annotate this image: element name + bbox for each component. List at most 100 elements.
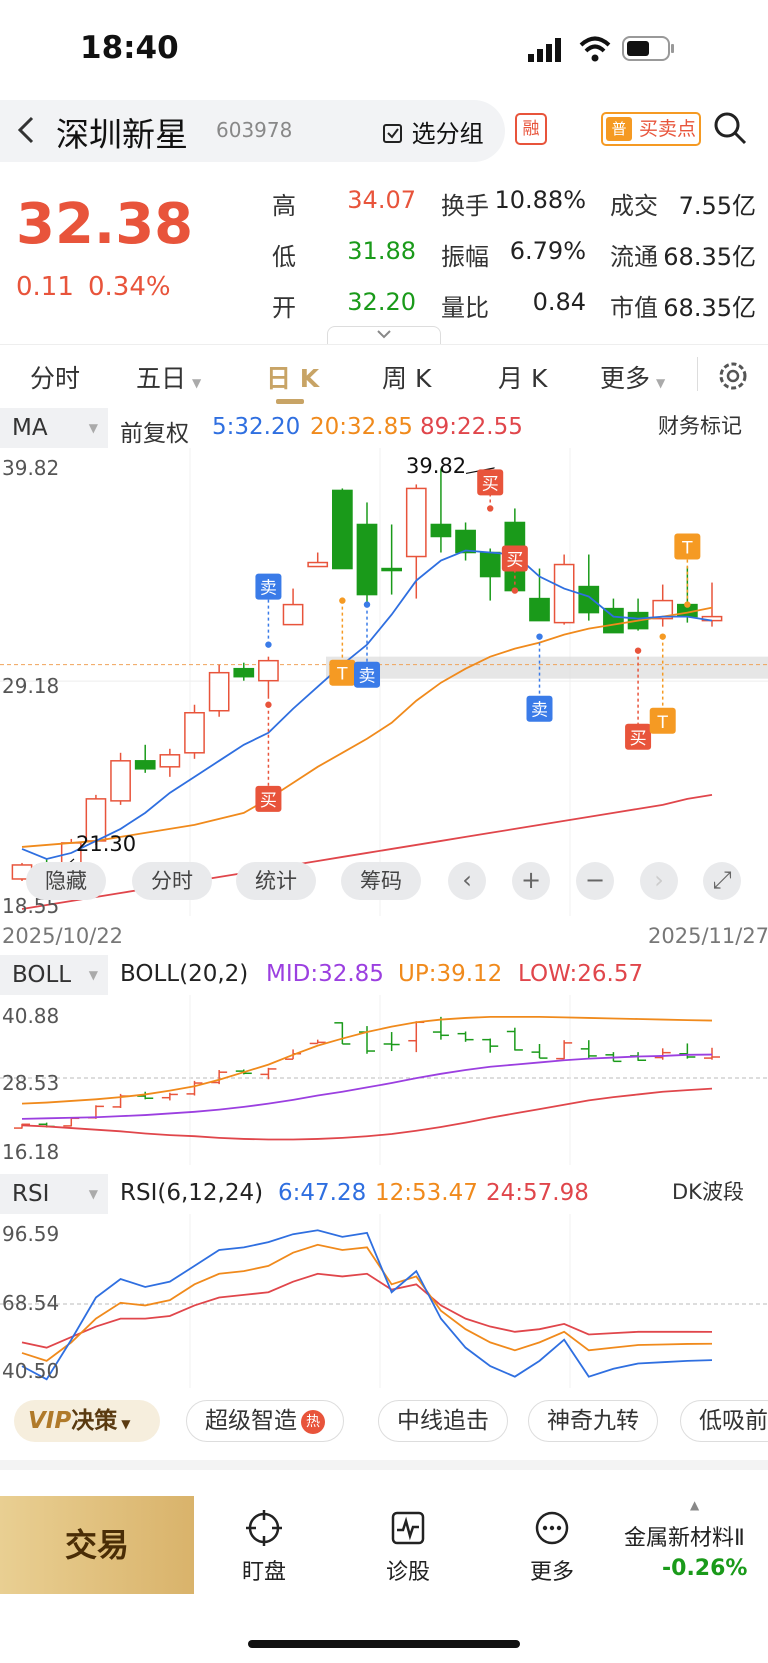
sector-ticker[interactable]: ▲ 金属新材料Ⅱ -0.26% [618, 1496, 768, 1594]
chips-button[interactable]: 筹码 [341, 862, 421, 900]
y-axis-top: 39.82 [2, 456, 60, 480]
y-axis-mid: 29.18 [2, 674, 60, 698]
float-cap-value: 68.35亿 [663, 243, 756, 271]
rsi-indicator-select[interactable]: RSI ▼ [0, 1174, 108, 1214]
bottom-nav: 交易 盯盘 诊股 更多 ▲ 金属新材料Ⅱ -0.26% [0, 1496, 768, 1663]
rsi-y-bottom: 40.50 [2, 1359, 60, 1383]
search-icon[interactable] [712, 110, 748, 146]
active-tab-indicator [276, 399, 304, 404]
rsi-indicator-label: RSI [12, 1181, 50, 1207]
volume-label: 成交 [610, 192, 658, 220]
candle-body [356, 523, 378, 596]
buy-sell-icon: 普 [606, 117, 632, 141]
period-tabs: 分时 五日 ▼ 日 K 周 K 月 K 更多 ▼ [0, 344, 768, 406]
signal-dot [684, 601, 691, 608]
ma5-value: 5:32.20 [212, 414, 301, 440]
watch-label: 盯盘 [241, 1560, 286, 1585]
low-label: 低 [272, 243, 296, 271]
rsi-y-top: 96.59 [2, 1222, 60, 1246]
chevron-left-icon: ‹ [462, 866, 472, 894]
finance-marker-button[interactable]: 财务标记 [652, 410, 748, 442]
signal-buy-label: 买 [482, 474, 499, 494]
checkbox-icon [383, 124, 402, 143]
tab-intraday[interactable]: 分时 [30, 359, 80, 395]
buy-sell-points-button[interactable]: 普 买卖点 [601, 112, 701, 146]
trade-button[interactable]: 交易 [0, 1496, 194, 1594]
rsi-chart[interactable] [0, 1214, 768, 1388]
caret-down-icon: ▼ [88, 968, 98, 982]
tab-weekly-k[interactable]: 周 K [382, 359, 431, 395]
gear-icon[interactable] [716, 359, 750, 393]
adjust-mode[interactable]: 前复权 [120, 414, 189, 448]
candle-body [184, 711, 205, 754]
ma89-value: 89:22.55 [420, 414, 523, 440]
boll-indicator-select[interactable]: BOLL ▼ [0, 955, 108, 995]
amplitude-label: 振幅 [441, 243, 489, 271]
watch-button[interactable]: 盯盘 [204, 1496, 324, 1594]
chip-low-buy[interactable]: 低吸前 [680, 1400, 768, 1442]
candle-body [578, 585, 600, 614]
dk-band-button[interactable]: DK波段 [666, 1176, 750, 1208]
main-indicator-select[interactable]: MA ▼ [0, 408, 108, 448]
margin-trading-badge[interactable]: 融 [515, 113, 547, 145]
intraday-button[interactable]: 分时 [132, 862, 212, 900]
candle-body [455, 529, 476, 554]
boll-low-value: LOW:26.57 [518, 961, 644, 987]
price-change-pct: 0.34% [88, 272, 171, 302]
candle-body [553, 563, 575, 624]
diagnose-label: 诊股 [385, 1560, 430, 1585]
vip-decision-button[interactable]: VIP决策 ▼ [14, 1400, 160, 1442]
signal-dot [511, 587, 519, 594]
candle-body [208, 671, 230, 712]
ma20-value: 20:32.85 [310, 414, 413, 440]
boll-chart[interactable] [0, 995, 768, 1165]
sector-change: -0.26% [662, 1556, 748, 1581]
tab-daily-k[interactable]: 日 K [266, 359, 319, 395]
signal-t-label: T [336, 665, 348, 685]
select-group-button[interactable]: 选分组 [382, 114, 484, 149]
zoom-in-button[interactable]: + [512, 862, 550, 900]
rsi-legend-bar: RSI ▼ RSI(6,12,24) 6:47.28 12:53.47 24:57… [0, 1174, 768, 1214]
candle-body [159, 754, 181, 768]
cellular-signal-icon [528, 38, 561, 62]
back-button[interactable] [14, 110, 40, 159]
tab-monthly-k[interactable]: 月 K [498, 359, 547, 395]
signal-buy-label: 买 [630, 729, 647, 749]
status-bar: 18:40 [0, 0, 768, 100]
scroll-right-button[interactable]: › [640, 862, 678, 900]
amplitude-value: 6.79% [509, 237, 586, 265]
diagnose-button[interactable]: 诊股 [348, 1496, 468, 1594]
zoom-out-button[interactable]: − [576, 862, 614, 900]
home-indicator [248, 1640, 520, 1648]
chip-magic-nine[interactable]: 神奇九转 [528, 1400, 658, 1442]
boll-ohlc-bars [14, 1016, 720, 1129]
tab-more-label: 更多 [600, 364, 651, 393]
strategy-bar: VIP决策 ▼ 超级智造热 中线追击 神奇九转 低吸前 [0, 1386, 768, 1458]
caret-down-icon: ▼ [656, 376, 666, 390]
chip-midline-chase[interactable]: 中线追击 [378, 1400, 508, 1442]
hot-badge: 热 [301, 1410, 325, 1434]
divider [697, 357, 698, 391]
boll-mid-line [21, 1053, 713, 1120]
chip-super-manufacturing[interactable]: 超级智造热 [186, 1400, 344, 1442]
candle-body [381, 567, 403, 572]
select-group-label: 选分组 [411, 120, 484, 148]
tab-more[interactable]: 更多 ▼ [600, 359, 665, 395]
stats-button[interactable]: 统计 [236, 862, 316, 900]
wifi-icon [579, 36, 611, 62]
signal-dot [339, 597, 346, 604]
boll-y-bottom: 16.18 [2, 1140, 60, 1164]
candle-body [134, 760, 156, 770]
tab-five-day[interactable]: 五日 ▼ [136, 359, 201, 395]
rsi-params: RSI(6,12,24) [120, 1180, 264, 1206]
fullscreen-button[interactable]: ⤢ [703, 862, 741, 900]
expand-quote-button[interactable] [327, 326, 441, 346]
signal-t-label: T [657, 713, 669, 733]
turnover-label: 换手 [441, 192, 489, 220]
more-button[interactable]: 更多 [492, 1496, 612, 1594]
scroll-left-button[interactable]: ‹ [448, 862, 486, 900]
stock-name[interactable]: 深圳新星 [56, 108, 188, 156]
high-value: 34.07 [347, 186, 416, 214]
candle-body [405, 487, 427, 558]
hide-button[interactable]: 隐藏 [26, 862, 106, 900]
